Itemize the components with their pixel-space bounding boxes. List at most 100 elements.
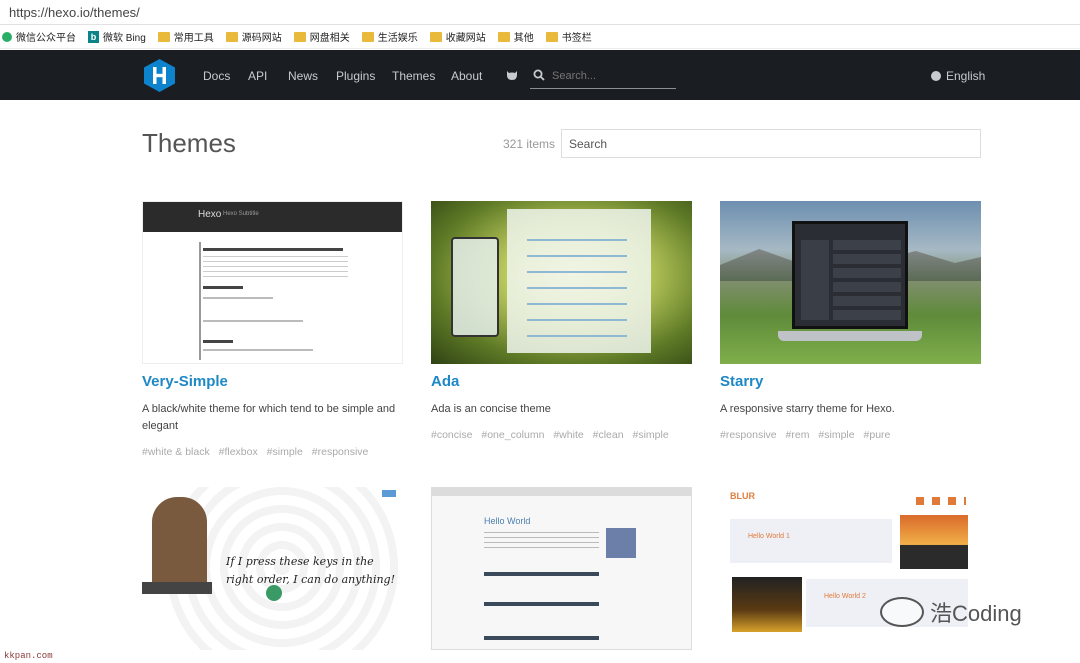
- tag[interactable]: #simple: [818, 429, 854, 441]
- folder-icon: [361, 31, 374, 42]
- theme-title[interactable]: Very-Simple: [142, 373, 228, 390]
- thumb-panel: [507, 209, 651, 353]
- bookmark-folder[interactable]: 源码网站: [225, 29, 282, 44]
- tag[interactable]: #pure: [864, 429, 891, 441]
- tag[interactable]: #concise: [431, 429, 472, 441]
- thumb-line: [203, 340, 233, 343]
- folder-icon: [225, 31, 238, 42]
- theme-tags: #concise #one_column #white #clean #simp…: [431, 429, 675, 441]
- theme-thumbnail[interactable]: If I press these keys in the right order…: [142, 487, 403, 650]
- bookmark-folder[interactable]: 常用工具: [157, 29, 214, 44]
- theme-card-very-simple: Hexo Hexo Subtitle Very-Simple A black/w…: [142, 201, 403, 458]
- folder-icon: [157, 31, 170, 42]
- thumb-content: [833, 240, 901, 320]
- thumb-post-title: Hello World 2: [824, 593, 866, 600]
- folder-icon: [429, 31, 442, 42]
- thumb-night-image: [732, 577, 802, 632]
- thumb-laptop-base: [778, 331, 922, 341]
- wechat-watermark: 浩Coding: [880, 596, 1022, 628]
- nav-docs[interactable]: Docs: [203, 69, 230, 83]
- globe-icon: [931, 71, 941, 81]
- thumb-text: [203, 256, 348, 278]
- theme-card-starry: Starry A responsive starry theme for Hex…: [720, 201, 981, 441]
- thumb-text: [484, 532, 599, 552]
- thumb-blog-subtitle: Hexo Subtitle: [223, 211, 259, 217]
- theme-title[interactable]: Ada: [431, 373, 459, 390]
- tag[interactable]: #flexbox: [219, 446, 258, 458]
- nav-search-input[interactable]: [552, 70, 670, 82]
- nav-api[interactable]: API: [248, 69, 267, 83]
- nav-plugins[interactable]: Plugins: [336, 69, 375, 83]
- theme-thumbnail[interactable]: Hello World: [431, 487, 692, 650]
- tag[interactable]: #responsive: [312, 446, 369, 458]
- thumb-line: [203, 286, 243, 289]
- thumb-avatar: [266, 585, 282, 601]
- theme-description: A responsive starry theme for Hexo.: [720, 403, 895, 415]
- bookmark-folder[interactable]: 书签栏: [545, 29, 592, 44]
- folder-icon: [497, 31, 510, 42]
- theme-thumbnail[interactable]: [431, 201, 692, 364]
- page-title: Themes: [142, 128, 236, 158]
- bookmark-folder[interactable]: 收藏网站: [429, 29, 486, 44]
- theme-thumbnail[interactable]: Hexo Hexo Subtitle: [142, 201, 403, 364]
- bookmarks-bar: 微信公众平台 b 微软 Bing 常用工具 源码网站 网盘相关 生活娱乐 收藏网站…: [0, 25, 1080, 49]
- wechat-icon: [2, 31, 12, 42]
- theme-card-row2-1: If I press these keys in the right order…: [142, 487, 403, 650]
- bookmark-folder[interactable]: 其他: [497, 29, 534, 44]
- top-nav: Docs API News Plugins Themes About Engli…: [0, 50, 1080, 100]
- thumb-line: [203, 320, 303, 322]
- theme-title[interactable]: Starry: [720, 373, 763, 390]
- theme-tags: #responsive #rem #simple #pure: [720, 429, 896, 441]
- thumb-line: [203, 297, 273, 299]
- folder-icon: [293, 31, 306, 42]
- tag[interactable]: #responsive: [720, 429, 777, 441]
- thumb-phone: [451, 237, 499, 337]
- address-bar[interactable]: https://hexo.io/themes/: [0, 0, 1080, 25]
- bing-icon: b: [88, 30, 99, 43]
- thumb-header: Hexo Hexo Subtitle: [143, 202, 402, 232]
- thumb-laptop-screen: [792, 221, 908, 329]
- search-icon: [533, 69, 545, 81]
- thumb-codeblock: [484, 636, 599, 640]
- nav-themes[interactable]: Themes: [392, 69, 435, 83]
- tag[interactable]: #white & black: [142, 446, 210, 458]
- thumb-character: [152, 497, 207, 592]
- thumb-button: [382, 490, 396, 497]
- nav-news[interactable]: News: [288, 69, 318, 83]
- theme-description: Ada is an concise theme: [431, 403, 551, 415]
- theme-thumbnail[interactable]: [720, 201, 981, 364]
- thumb-line: [203, 349, 313, 351]
- theme-count: 321 items: [503, 137, 556, 151]
- tag[interactable]: #one_column: [481, 429, 544, 441]
- hexo-logo-icon[interactable]: [144, 59, 175, 92]
- tag[interactable]: #white: [553, 429, 583, 441]
- tag[interactable]: #simple: [633, 429, 669, 441]
- bookmark-bing[interactable]: b 微软 Bing: [88, 29, 146, 44]
- github-icon[interactable]: [506, 69, 518, 81]
- theme-search-input[interactable]: [561, 129, 981, 158]
- thumb-desk: [142, 582, 212, 594]
- tag[interactable]: #simple: [267, 446, 303, 458]
- thumb-caption: If I press these keys in the right order…: [226, 555, 396, 586]
- thumb-line: [203, 248, 343, 251]
- theme-card-row2-2: Hello World: [431, 487, 692, 650]
- thumb-sidebar: [801, 240, 829, 320]
- bookmark-folder[interactable]: 网盘相关: [293, 29, 350, 44]
- bookmark-folder[interactable]: 生活娱乐: [361, 29, 418, 44]
- wechat-icon: [880, 597, 924, 627]
- bookmark-wechat[interactable]: 微信公众平台: [2, 29, 76, 44]
- tag[interactable]: #clean: [593, 429, 624, 441]
- thumb-window-bar: [432, 488, 691, 496]
- thumb-blog-title: Hexo: [198, 209, 222, 220]
- theme-description: A black/white theme for which tend to be…: [142, 403, 396, 432]
- site-watermark: kkpan.com: [4, 651, 53, 661]
- thumb-social-icons: [916, 497, 966, 505]
- nav-search[interactable]: [530, 67, 676, 89]
- thumb-post-card: Hello World 1: [730, 519, 892, 563]
- thumb-sunset-image: [900, 515, 968, 569]
- theme-tags: #white & black #flexbox #simple #respons…: [142, 446, 374, 458]
- nav-about[interactable]: About: [451, 69, 482, 83]
- theme-card-ada: Ada Ada is an concise theme #concise #on…: [431, 201, 692, 441]
- tag[interactable]: #rem: [786, 429, 810, 441]
- language-switcher[interactable]: English: [931, 69, 985, 83]
